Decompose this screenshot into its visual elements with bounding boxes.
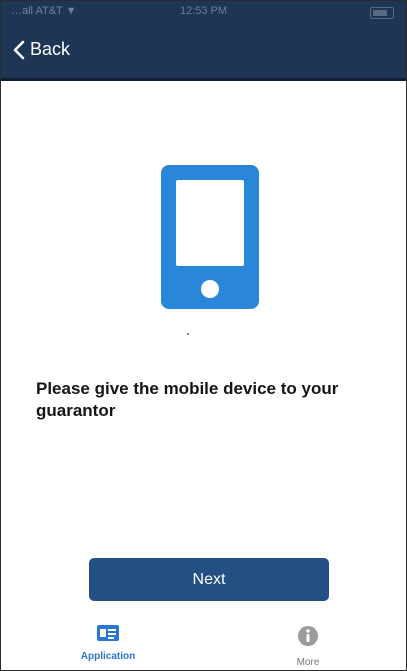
tab-label-application: Application bbox=[80, 651, 136, 662]
mobile-phone-icon bbox=[161, 165, 259, 309]
back-button[interactable]: Back bbox=[13, 39, 70, 60]
instruction-text: Please give the mobile device to your gu… bbox=[36, 379, 339, 420]
status-bar: …all AT&T ▼ 12:53 PM bbox=[1, 1, 406, 23]
decorative-dot bbox=[187, 333, 189, 335]
tab-application[interactable]: Application bbox=[48, 625, 168, 662]
back-label: Back bbox=[30, 39, 71, 59]
tab-label-more: More bbox=[296, 657, 320, 668]
next-button[interactable]: Next bbox=[89, 558, 329, 601]
navigation-bar: Back bbox=[1, 23, 406, 81]
status-time: 12:53 PM bbox=[179, 5, 228, 17]
tab-bar: Application More bbox=[1, 621, 406, 670]
battery-icon bbox=[370, 7, 394, 19]
main-content: Please give the mobile device to your gu… bbox=[1, 81, 406, 611]
app-frame: …all AT&T ▼ 12:53 PM Back Please give th… bbox=[0, 0, 407, 671]
chevron-left-icon bbox=[13, 40, 25, 59]
tab-more[interactable]: More bbox=[248, 625, 368, 668]
info-icon bbox=[298, 626, 318, 646]
id-card-icon bbox=[97, 625, 119, 641]
